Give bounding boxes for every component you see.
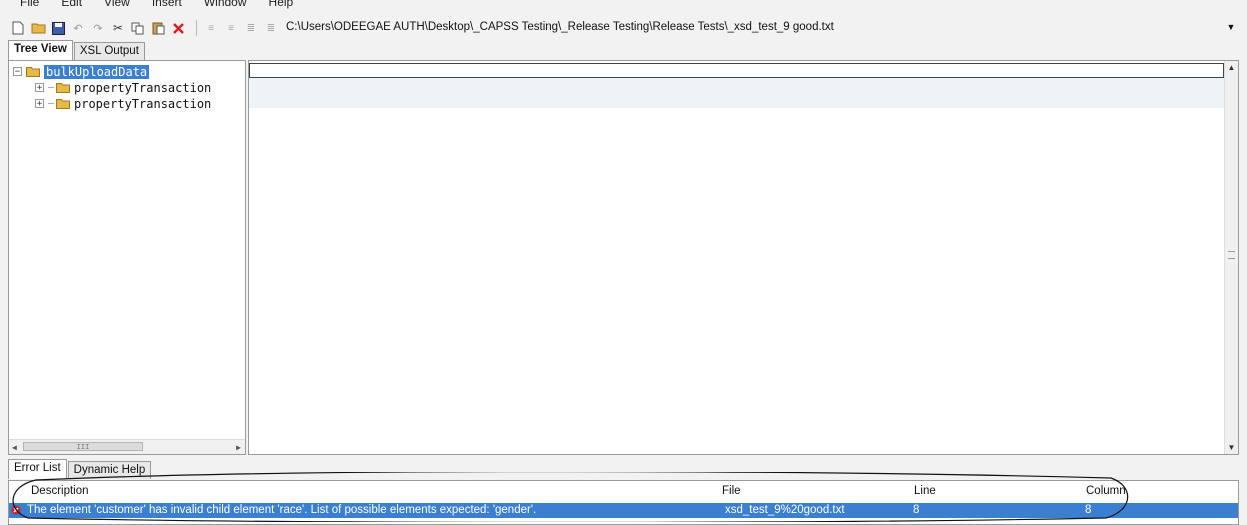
tab-error-list[interactable]: Error List: [8, 459, 67, 479]
open-folder-icon[interactable]: [30, 20, 46, 36]
tree-node-child[interactable]: + propertyTransaction: [35, 96, 211, 111]
tree-node-label[interactable]: propertyTransaction: [74, 97, 211, 111]
scroll-up-icon[interactable]: ▲: [1225, 63, 1238, 72]
tree-connector: [48, 103, 54, 104]
tree-node-label[interactable]: bulkUploadData: [44, 64, 150, 79]
value-edit-field[interactable]: [249, 63, 1224, 78]
error-line: 8: [913, 504, 920, 516]
error-list-panel: Description File Line Column The element…: [8, 480, 1239, 525]
error-column: 8: [1085, 504, 1092, 516]
tree-node-label[interactable]: propertyTransaction: [74, 81, 211, 95]
paste-icon[interactable]: [150, 20, 166, 36]
outdent-icon[interactable]: ≡: [223, 20, 239, 36]
error-list-header: Description File Line Column: [9, 484, 1238, 500]
error-row[interactable]: The element 'customer' has invalid child…: [9, 503, 1238, 518]
tab-tree-view[interactable]: Tree View: [8, 40, 73, 60]
menu-insert[interactable]: Insert: [152, 0, 182, 9]
tree-connector: [48, 87, 54, 88]
value-highlight-area: [249, 78, 1224, 108]
save-icon[interactable]: [50, 20, 66, 36]
expand-icon[interactable]: +: [35, 83, 44, 93]
chevron-down-icon[interactable]: ▼: [1224, 22, 1238, 32]
cut-icon[interactable]: ✂: [110, 20, 126, 36]
folder-icon: [26, 67, 40, 77]
expand-icon[interactable]: +: [35, 99, 44, 109]
toolbar-separator: [196, 20, 197, 36]
indent-icon[interactable]: ≡: [203, 20, 219, 36]
menu-help[interactable]: Help: [269, 0, 294, 9]
delete-icon[interactable]: [170, 20, 186, 36]
scroll-down-icon[interactable]: ▼: [1225, 443, 1238, 452]
node-value-pane[interactable]: ▲ ▼: [248, 60, 1239, 455]
scroll-grip: III: [76, 442, 90, 451]
menu-bar: File Edit View Insert Window Help: [0, 0, 1247, 10]
editor-vertical-scrollbar[interactable]: ▲ ▼: [1224, 61, 1238, 454]
column-column[interactable]: Column: [1086, 485, 1126, 497]
menu-file[interactable]: File: [20, 0, 39, 9]
collapse-icon[interactable]: −: [13, 67, 22, 77]
column-description[interactable]: Description: [31, 485, 89, 497]
tab-xsl-output[interactable]: XSL Output: [73, 42, 145, 60]
file-path-combo[interactable]: C:\Users\ODEEGAE AUTH\Desktop\_CAPSS Tes…: [280, 18, 1238, 36]
scroll-grip-icon: [1228, 251, 1235, 259]
tree-node-root[interactable]: − bulkUploadData: [13, 64, 150, 79]
tree-horizontal-scrollbar[interactable]: ◀ III ▶: [9, 439, 245, 454]
uncomment-icon[interactable]: ≣: [263, 20, 279, 36]
tab-dynamic-help[interactable]: Dynamic Help: [67, 461, 152, 479]
view-tabs: Tree View XSL Output: [8, 40, 146, 60]
redo-icon[interactable]: ↷: [90, 20, 106, 36]
copy-icon[interactable]: [130, 20, 146, 36]
folder-icon: [56, 83, 70, 93]
menu-window[interactable]: Window: [204, 0, 247, 9]
column-file[interactable]: File: [722, 485, 741, 497]
scroll-left-icon[interactable]: ◀: [12, 443, 17, 452]
xml-editor-window: File Edit View Insert Window Help ↶ ↷ ✂ …: [0, 0, 1247, 525]
scroll-thumb[interactable]: III: [23, 442, 143, 451]
tree-node-child[interactable]: + propertyTransaction: [35, 80, 211, 95]
toolbar: ↶ ↷ ✂ ≡ ≡ ≣ ≣ C:\Users\ODEEGAE AUTH\Desk…: [0, 14, 1247, 42]
new-file-icon[interactable]: [10, 20, 26, 36]
error-file: xsd_test_9%20good.txt: [725, 504, 845, 516]
menu-view[interactable]: View: [104, 0, 130, 9]
scroll-right-icon[interactable]: ▶: [236, 443, 241, 452]
column-line[interactable]: Line: [914, 485, 936, 497]
undo-icon[interactable]: ↶: [70, 20, 86, 36]
output-tabs: Error List Dynamic Help: [8, 459, 152, 479]
folder-icon: [56, 99, 70, 109]
file-path-text: C:\Users\ODEEGAE AUTH\Desktop\_CAPSS Tes…: [286, 21, 834, 33]
error-icon: [11, 505, 21, 515]
menu-edit[interactable]: Edit: [61, 0, 82, 9]
error-description: The element 'customer' has invalid child…: [27, 504, 537, 516]
tree-view-pane: − bulkUploadData + propertyTransaction +…: [8, 60, 246, 455]
comment-icon[interactable]: ≣: [243, 20, 259, 36]
